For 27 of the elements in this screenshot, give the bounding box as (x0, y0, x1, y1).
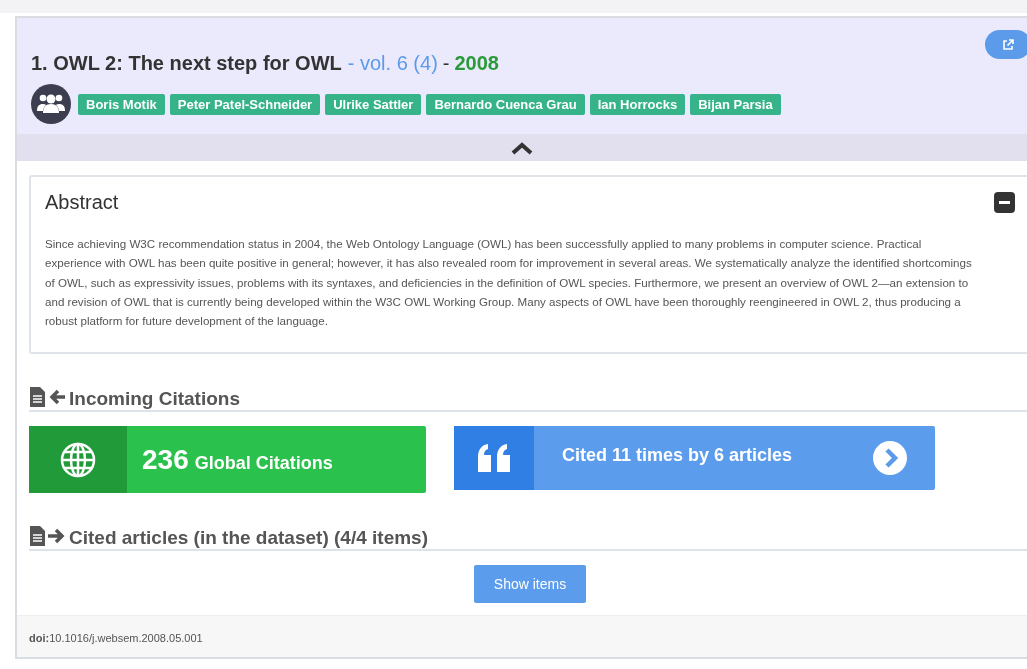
author-tag[interactable]: Bernardo Cuenca Grau (426, 93, 585, 115)
citation-label: Global Citations (194, 453, 333, 474)
external-link-button[interactable] (985, 30, 1027, 59)
doi-text: doi:10.1016/j.websem.2008.05.001 (29, 632, 203, 645)
show-items-button[interactable]: Show items (473, 565, 587, 604)
cited-by-card[interactable]: Cited 11 times by 6 articles (454, 426, 935, 491)
abstract-text: Since achieving W3C recommendation status in 2004, the Web Ontology Language (OWL) has been successfully applied to many problems in computer science. Practical experience with OWL has been quite positive in general; however, it has also revealed room for improvement in several areas. We systematically analyze the identified shortcomings of OWL, such as expressivity issues, problems with its syntaxes, and deficiencies in the definition of OWL species. Furthermore, we present an overview of OWL 2—an extension to and revision of OWL that is currently being developed within the W3C OWL Working Group. Many aspects of OWL have been thoroughly reengineered in OWL 2, thus producing a robust platform for future development of the language. (45, 236, 973, 330)
cited-by-text: Cited 11 times by 6 articles (562, 445, 794, 466)
section-heading: Incoming Citations (69, 388, 240, 411)
globe-icon (29, 426, 127, 494)
author-tag[interactable]: Bijan Parsia (690, 93, 781, 115)
abstract-heading: Abstract (45, 191, 119, 214)
quote-icon (454, 426, 534, 491)
author-tag[interactable]: Ulrike Sattler (325, 93, 422, 115)
group-icon (31, 84, 71, 124)
author-tag[interactable]: Ian Horrocks (589, 93, 686, 115)
citation-count: 236 (142, 444, 189, 476)
external-link-icon (1002, 38, 1014, 51)
collapse-icon[interactable] (994, 192, 1015, 213)
author-tag[interactable]: Peter Patel-Schneider (169, 93, 321, 115)
article-title: 1. OWL 2: The next step for OWL (31, 52, 342, 74)
volume-link[interactable]: - vol. 6 (4) (347, 52, 438, 74)
chevron-circle-icon[interactable] (873, 441, 907, 476)
separator: - (442, 52, 450, 74)
author-tag[interactable]: Boris Motik (78, 93, 165, 115)
section-heading: Cited articles (in the dataset) (4/4 items) (69, 527, 428, 550)
year: 2008 (454, 52, 499, 74)
